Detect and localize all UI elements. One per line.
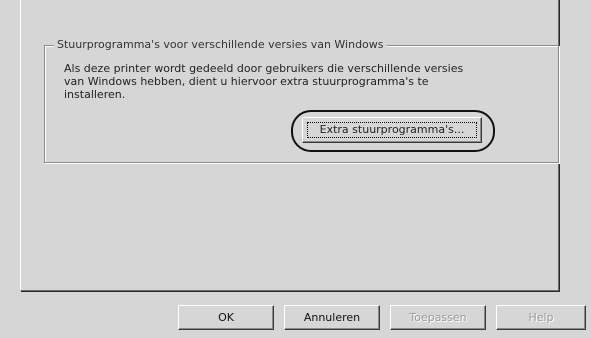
- cancel-button[interactable]: Annuleren: [284, 305, 380, 330]
- groupbox-title: Stuurprogramma's voor verschillende vers…: [54, 38, 387, 51]
- sharing-tab-page: Stuurprogramma's voor verschillende vers…: [20, 0, 559, 291]
- ok-button[interactable]: OK: [178, 305, 274, 330]
- extra-drivers-button[interactable]: Extra stuurprogramma's...: [302, 117, 482, 143]
- apply-button[interactable]: Toepassen: [390, 305, 486, 330]
- help-button[interactable]: Help: [496, 305, 586, 330]
- drivers-groupbox: Stuurprogramma's voor verschillende vers…: [44, 38, 559, 163]
- focus-rectangle: [307, 122, 477, 138]
- printer-properties-dialog: Stuurprogramma's voor verschillende vers…: [0, 0, 591, 338]
- groupbox-description: Als deze printer wordt gedeeld door gebr…: [64, 62, 464, 101]
